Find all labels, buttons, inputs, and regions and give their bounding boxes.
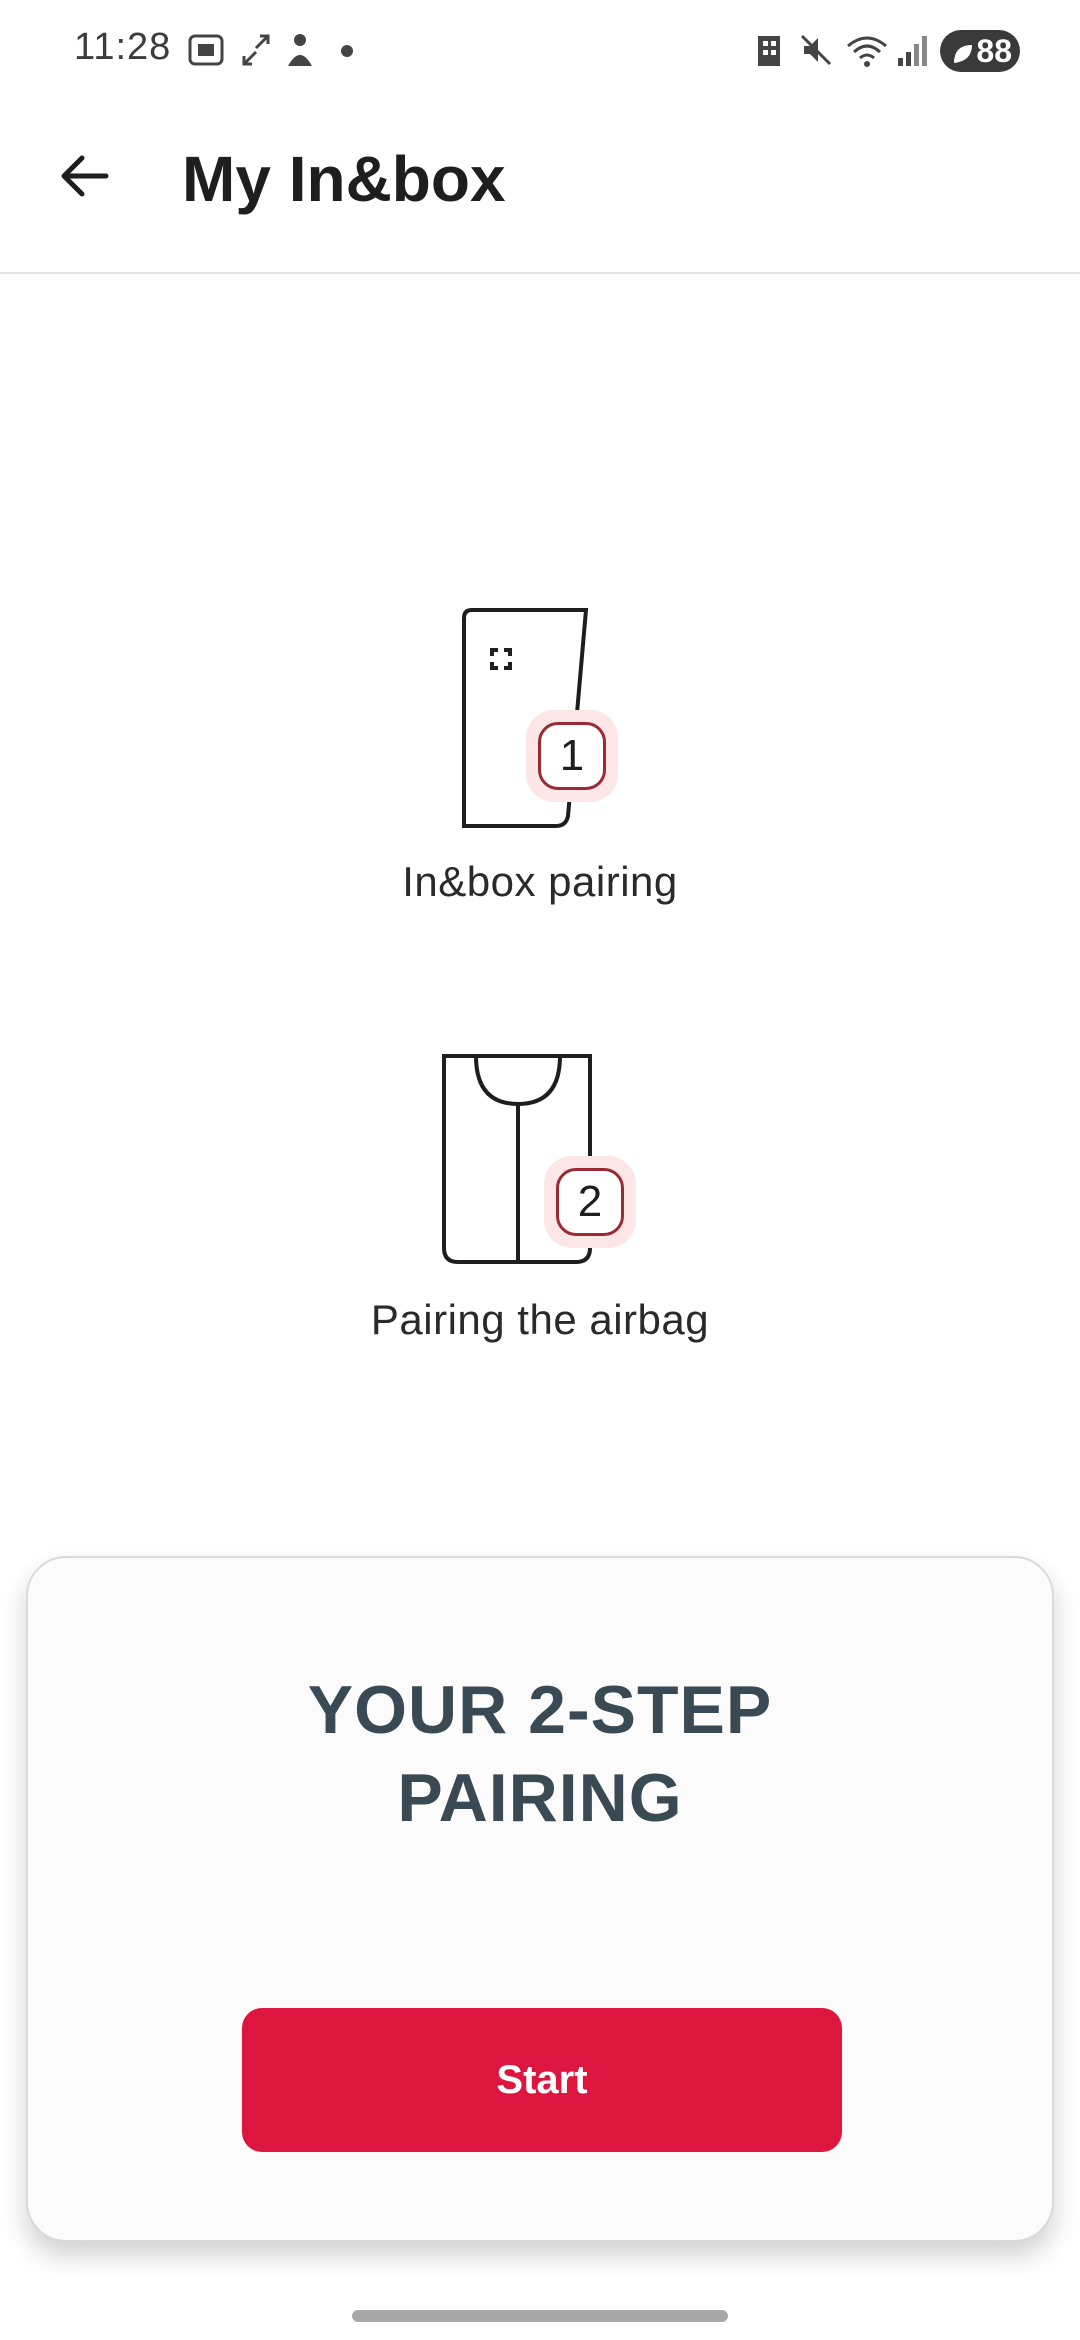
status-time: 11:28 [74, 26, 172, 68]
home-indicator[interactable] [352, 2310, 728, 2322]
app-bar: My In&box [0, 104, 1080, 274]
pairing-card: YOUR 2-STEP PAIRING Start [26, 1556, 1054, 2242]
page-title: My In&box [182, 143, 506, 215]
step-1-badge: 1 [526, 710, 618, 802]
building-icon [754, 30, 788, 75]
battery-level: 88 [976, 32, 1012, 69]
back-button[interactable] [48, 140, 120, 212]
signal-icon [894, 30, 930, 75]
mute-icon [796, 30, 836, 75]
step-2-number: 2 [556, 1168, 624, 1236]
step-2-label: Pairing the airbag [370, 1296, 710, 1343]
screenshot-icon [186, 30, 226, 75]
card-title: YOUR 2-STEP PAIRING [28, 1666, 1052, 1842]
expand-icon [238, 30, 274, 75]
step-1-label: In&box pairing [402, 858, 678, 905]
wifi-icon [844, 30, 890, 75]
step-2-badge: 2 [544, 1156, 636, 1248]
card-title-line-1: YOUR 2-STEP [307, 1672, 773, 1748]
card-title-line-2: PAIRING [397, 1760, 683, 1836]
back-arrow-icon [61, 155, 109, 197]
more-notifications-dot-icon [340, 44, 354, 63]
start-button[interactable]: Start [242, 2008, 842, 2152]
status-bar: 11:28 88 [0, 0, 1080, 104]
battery-saver-icon [950, 38, 974, 75]
battery-indicator: 88 [940, 30, 1020, 72]
step-1-number: 1 [538, 722, 606, 790]
app-notification-icon [282, 30, 318, 75]
